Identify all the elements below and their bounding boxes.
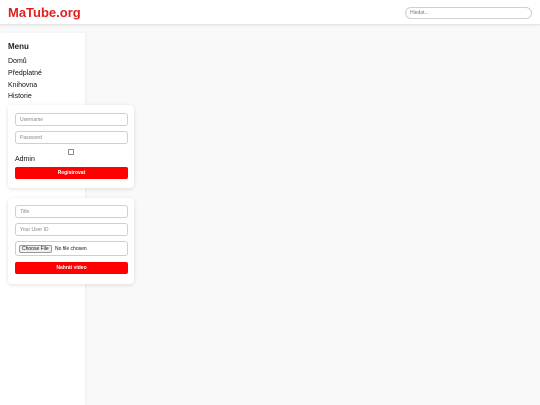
sidebar-item-home[interactable]: Domů: [8, 57, 27, 66]
upload-video-button[interactable]: Nahrát video: [15, 262, 128, 274]
sidebar-item-subscriptions[interactable]: Předplatné: [8, 69, 42, 78]
registration-card: Admin Registrovat: [8, 105, 134, 188]
menu-title: Menu: [8, 42, 29, 51]
top-bar: MaTube.org: [0, 0, 540, 25]
username-input[interactable]: [15, 113, 128, 126]
register-button[interactable]: Registrovat: [15, 167, 128, 179]
file-picker: Choose File No file chosen: [15, 241, 128, 256]
site-logo[interactable]: MaTube.org: [8, 5, 81, 21]
admin-label: Admin: [15, 156, 35, 163]
sidebar-item-library[interactable]: Knihovna: [8, 81, 37, 90]
choose-file-button[interactable]: Choose File: [19, 245, 52, 253]
upload-card: Choose File No file chosen Nahrát video: [8, 198, 134, 284]
video-title-input[interactable]: [15, 205, 128, 218]
password-input[interactable]: [15, 131, 128, 144]
file-status-text: No file chosen: [55, 246, 87, 252]
user-id-input[interactable]: [15, 223, 128, 236]
admin-checkbox[interactable]: [68, 149, 74, 155]
sidebar-item-history[interactable]: Historie: [8, 92, 32, 101]
search-input[interactable]: [405, 7, 532, 19]
